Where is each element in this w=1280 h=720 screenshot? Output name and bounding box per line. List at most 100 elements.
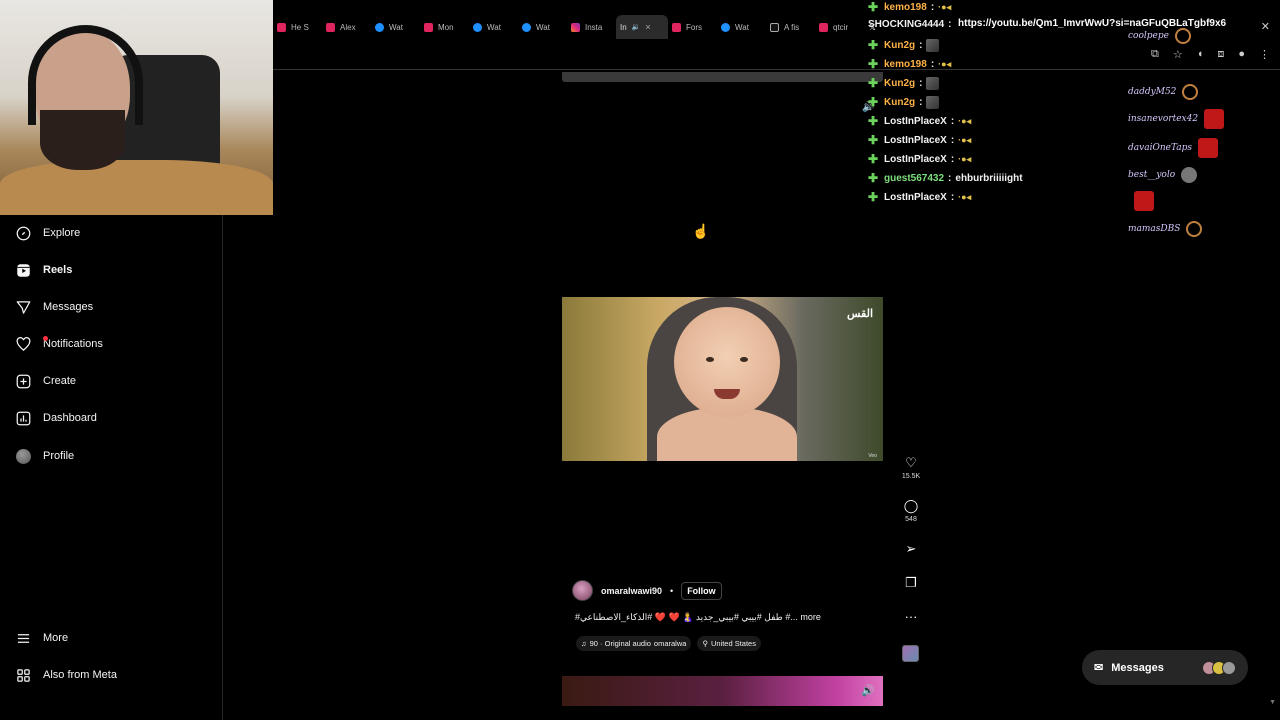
- reel-caption[interactable]: #طفل #بيبي #بيبي_جديد 🤱 ❤️ ❤️ #الذكاء_ال…: [575, 612, 821, 623]
- chat-username[interactable]: Kun2g: [884, 97, 915, 108]
- extension-icon[interactable]: ◖: [1197, 48, 1204, 61]
- browser-tab-label: Wat: [536, 22, 550, 32]
- puzzle-icon[interactable]: ⧈: [1217, 48, 1224, 61]
- chat-badge-icon: ✚: [868, 114, 879, 128]
- chat-username[interactable]: kemo198: [884, 2, 927, 13]
- chat-username[interactable]: LostInPlaceX: [884, 116, 947, 127]
- chat-badge-icon: ✚: [868, 190, 879, 204]
- browser-tab-label: In: [620, 22, 627, 32]
- author-avatar[interactable]: [572, 580, 593, 601]
- install-app-icon[interactable]: ⧉: [1151, 48, 1159, 61]
- menu-kebab-icon[interactable]: ⋮: [1259, 48, 1270, 61]
- sidebar-item-profile[interactable]: Profile: [16, 446, 74, 466]
- follow-button[interactable]: Follow: [681, 581, 722, 600]
- browser-tab[interactable]: qtcir: [815, 15, 864, 39]
- audio-label: 90 · Original audio: [589, 639, 651, 648]
- chat-username[interactable]: LostInPlaceX: [884, 135, 947, 146]
- author-name[interactable]: omaralwawi90: [601, 586, 662, 596]
- sidebar-item-label: Create: [43, 375, 77, 387]
- chat-badge-icon: ✚: [868, 133, 879, 147]
- reel-author-row: omaralwawi90 • Follow: [572, 580, 722, 601]
- sidebar-item-dashboard[interactable]: Dashboard: [16, 408, 97, 428]
- sidebar-item-messages[interactable]: Messages: [16, 297, 93, 317]
- sidebar-item-label: Messages: [43, 301, 94, 313]
- music-note-icon: ♫: [581, 639, 587, 648]
- yt-favicon-icon: [424, 22, 433, 32]
- share-button[interactable]: ➢: [899, 541, 923, 557]
- like-count: 15.5K: [901, 473, 921, 480]
- browser-tab[interactable]: Mon: [420, 15, 469, 39]
- sidebar-item-label: Dashboard: [43, 412, 97, 424]
- window-close-icon[interactable]: ✕: [1261, 20, 1270, 33]
- ms-favicon-icon: [473, 22, 482, 32]
- comment-button[interactable]: ◯ 548: [899, 498, 923, 523]
- profile-icon[interactable]: ●: [1238, 48, 1245, 61]
- chat-badge-icon: ✚: [868, 152, 879, 166]
- browser-tab[interactable]: He S: [273, 15, 322, 39]
- browser-tab[interactable]: Insta: [567, 15, 616, 39]
- ig-favicon-icon: [571, 22, 580, 32]
- browser-tab-label: A fis: [784, 22, 800, 32]
- chat-message: ✚ kemo198: ·●◂: [868, 57, 951, 71]
- floating-user-emote-icon: [1186, 221, 1203, 237]
- chat-message: SHOCKING4444:: [868, 19, 951, 30]
- sidebar-item-explore[interactable]: Explore: [16, 223, 80, 243]
- sidebar-item-also-from-meta[interactable]: Also from Meta: [16, 665, 117, 685]
- chat-emote-icon: ·●◂: [958, 153, 972, 164]
- ms-favicon-icon: [375, 22, 384, 32]
- video-baby-head: [674, 307, 780, 417]
- browser-tab[interactable]: Fors: [668, 15, 717, 39]
- floating-user-name: insanevortex42: [1128, 114, 1199, 124]
- save-button[interactable]: ❐: [899, 575, 923, 591]
- chat-message: ✚ LostInPlaceX: ·●◂: [868, 152, 971, 166]
- browser-tab[interactable]: Alex: [322, 15, 371, 39]
- tab-close-icon[interactable]: ×: [645, 22, 650, 32]
- chat-badge-icon: ✚: [868, 38, 879, 52]
- bookmark-star-icon[interactable]: ☆: [1173, 48, 1183, 61]
- audio-thumbnail[interactable]: [902, 645, 919, 662]
- chat-username[interactable]: LostInPlaceX: [884, 154, 947, 165]
- separator-dot: •: [670, 585, 674, 596]
- chat-separator: :: [948, 19, 952, 30]
- headphones: [28, 25, 143, 125]
- browser-tab[interactable]: Wat: [469, 15, 518, 39]
- sidebar-item-reels[interactable]: Reels: [16, 260, 72, 280]
- next-reel-video[interactable]: 🔊: [562, 676, 883, 706]
- chat-badge-icon: ✚: [868, 0, 879, 14]
- volume-icon[interactable]: 🔊: [861, 684, 875, 697]
- scroll-down-arrow-icon[interactable]: ▼: [1269, 699, 1276, 706]
- floating-user-name: coolpepe: [1128, 31, 1169, 41]
- chat-username[interactable]: Kun2g: [884, 40, 915, 51]
- video-baby-eye: [740, 357, 748, 362]
- more-options-button[interactable]: ···: [899, 609, 923, 624]
- location-pill[interactable]: ⚲ United States: [697, 636, 761, 651]
- audio-pill[interactable]: ♫ 90 · Original audio omaralwa: [576, 636, 692, 651]
- reels-icon: [16, 263, 31, 278]
- mouse-cursor-icon: ☝: [692, 223, 710, 239]
- floating-user: best__yolo: [1128, 167, 1198, 183]
- chat-username[interactable]: Kun2g: [884, 78, 915, 89]
- browser-tab[interactable]: Wat: [717, 15, 766, 39]
- like-button[interactable]: ♡ 15.5K: [899, 455, 923, 480]
- tab-audio-icon[interactable]: 🔉: [632, 23, 641, 31]
- browser-tab[interactable]: A fis: [766, 15, 815, 39]
- chat-username[interactable]: SHOCKING4444: [868, 19, 944, 30]
- chat-message: ✚ LostInPlaceX: ·●◂: [868, 114, 971, 128]
- chat-username[interactable]: guest567432: [884, 173, 944, 184]
- browser-tab[interactable]: Wat: [371, 15, 420, 39]
- browser-tab-label: Wat: [735, 22, 749, 32]
- browser-tab[interactable]: In 🔉 ×: [616, 15, 668, 39]
- floating-user: insanevortex42: [1128, 109, 1225, 129]
- browser-tab[interactable]: Wat: [518, 15, 567, 39]
- reel-video[interactable]: القس Veo: [562, 297, 883, 461]
- heart-icon: ♡: [905, 455, 917, 470]
- chat-username[interactable]: LostInPlaceX: [884, 192, 947, 203]
- sidebar-item-notifications[interactable]: Notifications: [16, 334, 103, 354]
- sidebar-item-create[interactable]: Create: [16, 371, 76, 391]
- chat-text: ehburbriiiiight: [955, 172, 1023, 184]
- sidebar-item-label: Profile: [43, 450, 75, 462]
- chat-username[interactable]: kemo198: [884, 59, 927, 70]
- messages-drawer-button[interactable]: ✉ Messages: [1082, 650, 1248, 685]
- comment-icon: ◯: [903, 498, 919, 513]
- sidebar-item-more[interactable]: More: [16, 628, 68, 648]
